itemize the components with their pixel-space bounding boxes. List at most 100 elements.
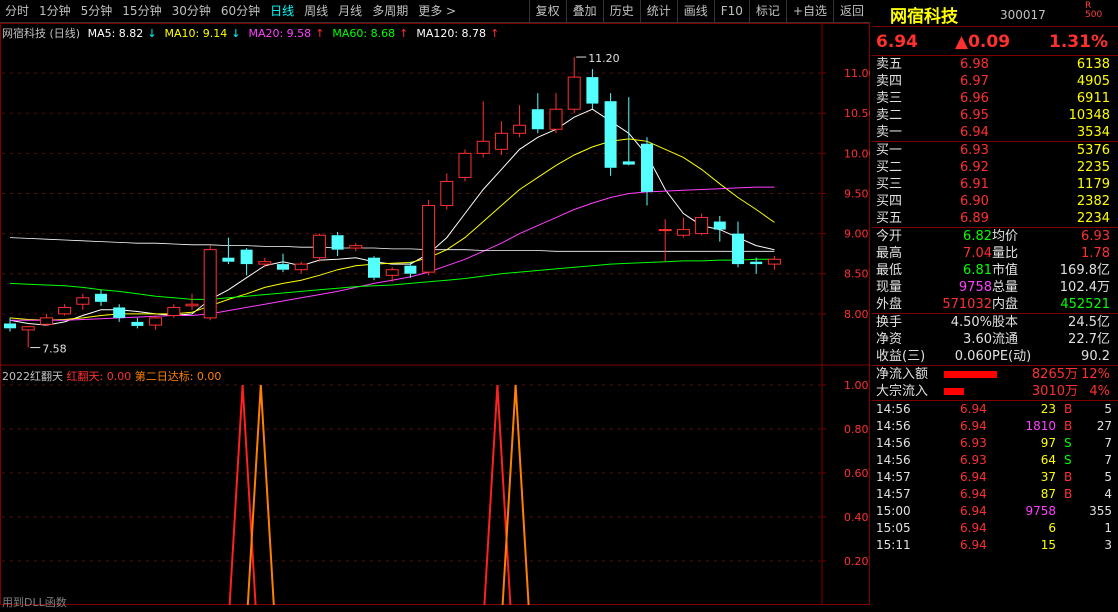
bid-row[interactable]: 买五 6.89 2234 <box>872 210 1118 227</box>
bid-row[interactable]: 买一 6.93 5376 <box>872 142 1118 159</box>
tick-list[interactable]: 14:56 6.94 23 B 5 14:56 6.94 1810 B 27 14:56 6.93 97… <box>872 401 1118 554</box>
tick-row[interactable]: 14:57 6.94 87 B 4 <box>872 486 1118 503</box>
tick-price: 6.94 <box>960 504 987 518</box>
candle[interactable] <box>440 173 454 210</box>
stat-label: 最低 <box>876 263 903 278</box>
ask-row[interactable]: 卖二 6.95 10348 <box>872 107 1118 124</box>
candle[interactable] <box>222 237 235 265</box>
candle[interactable] <box>458 149 472 182</box>
toolbar-button-7[interactable]: +自选 <box>785 0 833 22</box>
candle[interactable] <box>331 231 344 257</box>
ask-price: 6.96 <box>960 91 989 106</box>
fund-value: 90.2 <box>1081 349 1110 364</box>
period-tab-9[interactable]: 多周期 <box>367 0 413 22</box>
tick-side: B <box>1064 487 1073 501</box>
ask-row[interactable]: 卖四 6.97 4905 <box>872 73 1118 90</box>
candle[interactable] <box>258 257 272 268</box>
period-tab-10[interactable]: 更多 > <box>413 0 461 22</box>
toolbar-button-1[interactable]: 叠加 <box>565 0 603 22</box>
bid-row[interactable]: 买三 6.91 1179 <box>872 176 1118 193</box>
candle[interactable] <box>531 93 544 134</box>
toolbar-button-6[interactable]: 标记 <box>748 0 786 22</box>
toolbar-button-4[interactable]: 画线 <box>676 0 714 22</box>
period-tab-5[interactable]: 60分钟 <box>216 0 265 22</box>
candle[interactable] <box>368 256 380 281</box>
candle[interactable] <box>494 121 508 155</box>
period-tab-7[interactable]: 周线 <box>299 0 333 22</box>
toolbar-button-3[interactable]: 统计 <box>639 0 677 22</box>
ask-row[interactable]: 卖一 6.94 3534 <box>872 124 1118 141</box>
toolbar-button-0[interactable]: 复权 <box>528 0 566 22</box>
bid-row[interactable]: 买四 6.90 2382 <box>872 193 1118 210</box>
candle[interactable] <box>586 69 599 110</box>
ma120-line <box>9 237 775 252</box>
candle[interactable] <box>76 293 90 310</box>
candle[interactable] <box>567 57 581 114</box>
tick-row[interactable]: 15:05 6.94 6 1 <box>872 520 1118 537</box>
stock-code: 300017 <box>1000 8 1046 22</box>
candle[interactable] <box>695 213 709 236</box>
stat-value: 6.93 <box>1081 229 1110 244</box>
period-tabs: 分时 1分钟 5分钟 15分钟 30分钟 60分钟 日线 周线 月线 多周期 更多 > <box>0 0 461 22</box>
candle[interactable] <box>658 219 672 262</box>
stats-row: 最低 6.81 市值 169.8亿 <box>872 262 1118 279</box>
bid-row[interactable]: 买二 6.92 2235 <box>872 159 1118 176</box>
candle[interactable] <box>58 304 72 316</box>
period-tab-0[interactable]: 分时 <box>0 0 34 22</box>
tick-row[interactable]: 14:56 6.94 23 B 5 <box>872 401 1118 418</box>
ma-legend-item-0: MA5: 8.82 ↓ <box>88 27 161 40</box>
candle[interactable] <box>750 257 763 274</box>
kline-chart[interactable]: 11.00 10.50 10.00 9.50 9.00 8.50 8.00 11.20 7.58… <box>0 23 876 606</box>
toolbar-button-2[interactable]: 历史 <box>602 0 640 22</box>
period-tab-4[interactable]: 30分钟 <box>167 0 216 22</box>
ask-row[interactable]: 卖五 6.98 6138 <box>872 56 1118 73</box>
candle[interactable] <box>39 313 53 326</box>
candle-body <box>312 234 326 259</box>
candle[interactable] <box>732 221 744 268</box>
candle[interactable] <box>131 317 144 329</box>
candle-body <box>476 140 490 154</box>
candle[interactable] <box>312 233 326 262</box>
tick-row[interactable]: 14:56 6.93 64 S 7 <box>872 452 1118 469</box>
candle-body <box>95 293 107 302</box>
candle[interactable] <box>203 245 217 321</box>
candle-body <box>294 263 308 271</box>
candle[interactable] <box>422 199 436 276</box>
candle[interactable] <box>167 304 181 318</box>
candle[interactable] <box>185 293 199 310</box>
candle[interactable] <box>767 256 781 270</box>
flow-pct: 12% <box>1081 367 1110 382</box>
period-tab-2[interactable]: 5分钟 <box>76 0 118 22</box>
candle[interactable] <box>549 93 563 134</box>
candle[interactable] <box>676 217 690 238</box>
period-tab-8[interactable]: 月线 <box>333 0 367 22</box>
tick-row[interactable]: 14:56 6.93 97 S 7 <box>872 435 1118 452</box>
tick-row[interactable]: 14:56 6.94 1810 B 27 <box>872 418 1118 435</box>
toolbar-button-5[interactable]: F10 <box>713 0 749 22</box>
candle[interactable] <box>95 289 107 306</box>
candle[interactable] <box>641 137 653 206</box>
candle[interactable] <box>513 105 527 138</box>
ask-row[interactable]: 卖三 6.96 6911 <box>872 90 1118 107</box>
tick-row[interactable]: 15:11 6.94 15 3 <box>872 537 1118 554</box>
period-tab-1[interactable]: 1分钟 <box>34 0 76 22</box>
candle[interactable] <box>294 261 308 274</box>
candle[interactable] <box>240 248 253 276</box>
candle[interactable] <box>21 325 35 348</box>
toolbar-button-8[interactable]: 返回 <box>832 0 870 22</box>
candle[interactable] <box>349 243 363 252</box>
candle[interactable] <box>604 93 617 176</box>
candle[interactable] <box>713 215 726 242</box>
period-tab-3[interactable]: 15分钟 <box>117 0 166 22</box>
candle[interactable] <box>149 315 163 330</box>
tick-row[interactable]: 14:57 6.94 37 B 5 <box>872 469 1118 486</box>
period-tab-6[interactable]: 日线 <box>265 0 299 22</box>
tick-row[interactable]: 15:00 6.94 9758 355 <box>872 503 1118 520</box>
candle[interactable] <box>113 304 126 322</box>
candle-body <box>641 143 653 192</box>
candle[interactable] <box>476 101 490 158</box>
stats-table: 今开 6.82 均价 6.93 最高 7.04 量比 1.78 最低 6.81 市值 169.8亿 现量… <box>872 228 1118 313</box>
chart-area[interactable]: 11.00 10.50 10.00 9.50 9.00 8.50 8.00 11.20 7.58… <box>0 23 876 606</box>
candle[interactable] <box>622 97 635 166</box>
indicator-title[interactable]: 2022红翻天 <box>2 370 63 383</box>
